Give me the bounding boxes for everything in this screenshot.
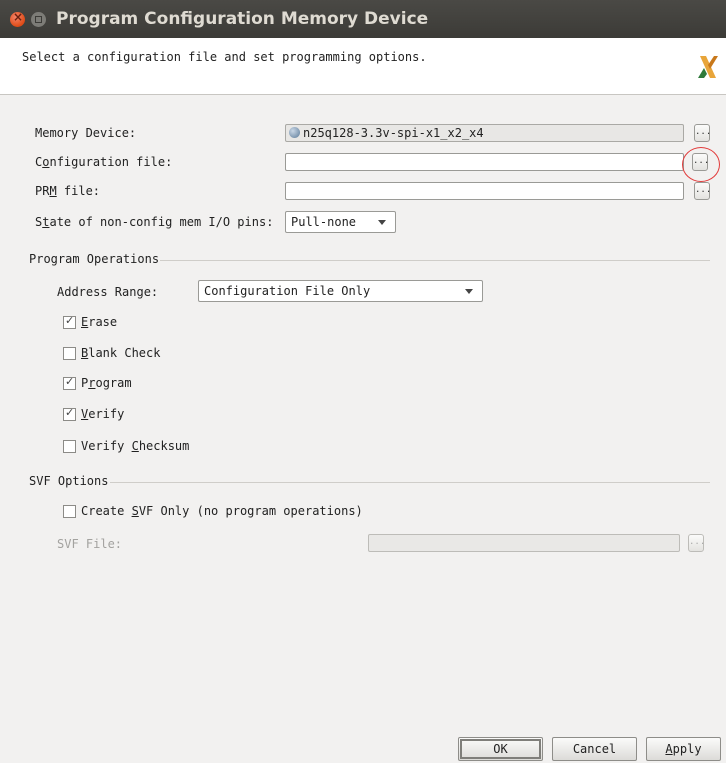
erase-checkbox[interactable] [63,314,76,329]
svf-file-input[interactable] [368,534,680,552]
memory-device-field: n25q128-3.3v-spi-x1_x2_x4 [285,124,684,142]
title-bar: Program Configuration Memory Device [0,0,726,38]
dialog-subtitle: Select a configuration file and set prog… [22,50,427,64]
minimize-window-icon[interactable] [31,12,46,27]
verify-checksum-label: Verify Checksum [81,439,190,453]
address-range-dropdown[interactable]: Configuration File Only [198,280,483,302]
state-pins-dropdown[interactable]: Pull-none [285,211,396,233]
close-window-icon[interactable] [10,10,25,27]
program-label: Program [81,376,132,390]
svf-options-heading: SVF Options [29,474,109,488]
prm-file-browse-button[interactable]: ... [694,182,711,200]
window-title: Program Configuration Memory Device [56,9,429,29]
chevron-down-icon [465,289,473,294]
blank-check-label: Blank Check [81,346,161,360]
program-operations-heading: Program Operations [29,252,160,266]
highlight-annotation-circle [682,147,720,182]
verify-label: Verify [81,407,125,421]
prm-file-input[interactable] [285,182,684,200]
svf-file-label: SVF File: [57,537,123,551]
memory-device-label: Memory Device: [35,126,137,140]
verify-checksum-checkbox[interactable] [63,440,76,453]
verify-checkbox[interactable] [63,406,76,421]
program-checkbox[interactable] [63,375,76,390]
ok-button[interactable]: OK [458,737,543,761]
memory-device-value: n25q128-3.3v-spi-x1_x2_x4 [303,126,484,140]
address-range-label: Address Range: [57,285,159,299]
section-divider [160,260,710,261]
create-svf-only-checkbox[interactable] [63,505,76,518]
address-range-value: Configuration File Only [204,284,371,298]
configuration-file-label: Configuration file: [35,155,173,169]
erase-label: Erase [81,315,118,329]
state-pins-label: State of non-config mem I/O pins: [35,215,274,229]
prm-file-label: PRM file: [35,184,101,198]
section-divider [110,482,710,483]
chip-icon [289,127,300,138]
svf-file-browse-button[interactable]: ... [688,534,705,552]
cancel-button[interactable]: Cancel [552,737,637,761]
create-svf-only-label: Create SVF Only (no program operations) [81,504,363,518]
apply-button[interactable]: Apply [646,737,721,761]
chevron-down-icon [378,220,386,225]
memory-device-browse-button[interactable]: ... [694,124,711,142]
blank-check-checkbox[interactable] [63,347,76,360]
xilinx-logo-icon [698,56,718,78]
dialog-header: Select a configuration file and set prog… [0,38,726,95]
state-pins-value: Pull-none [291,215,357,229]
configuration-file-input[interactable] [285,153,684,171]
